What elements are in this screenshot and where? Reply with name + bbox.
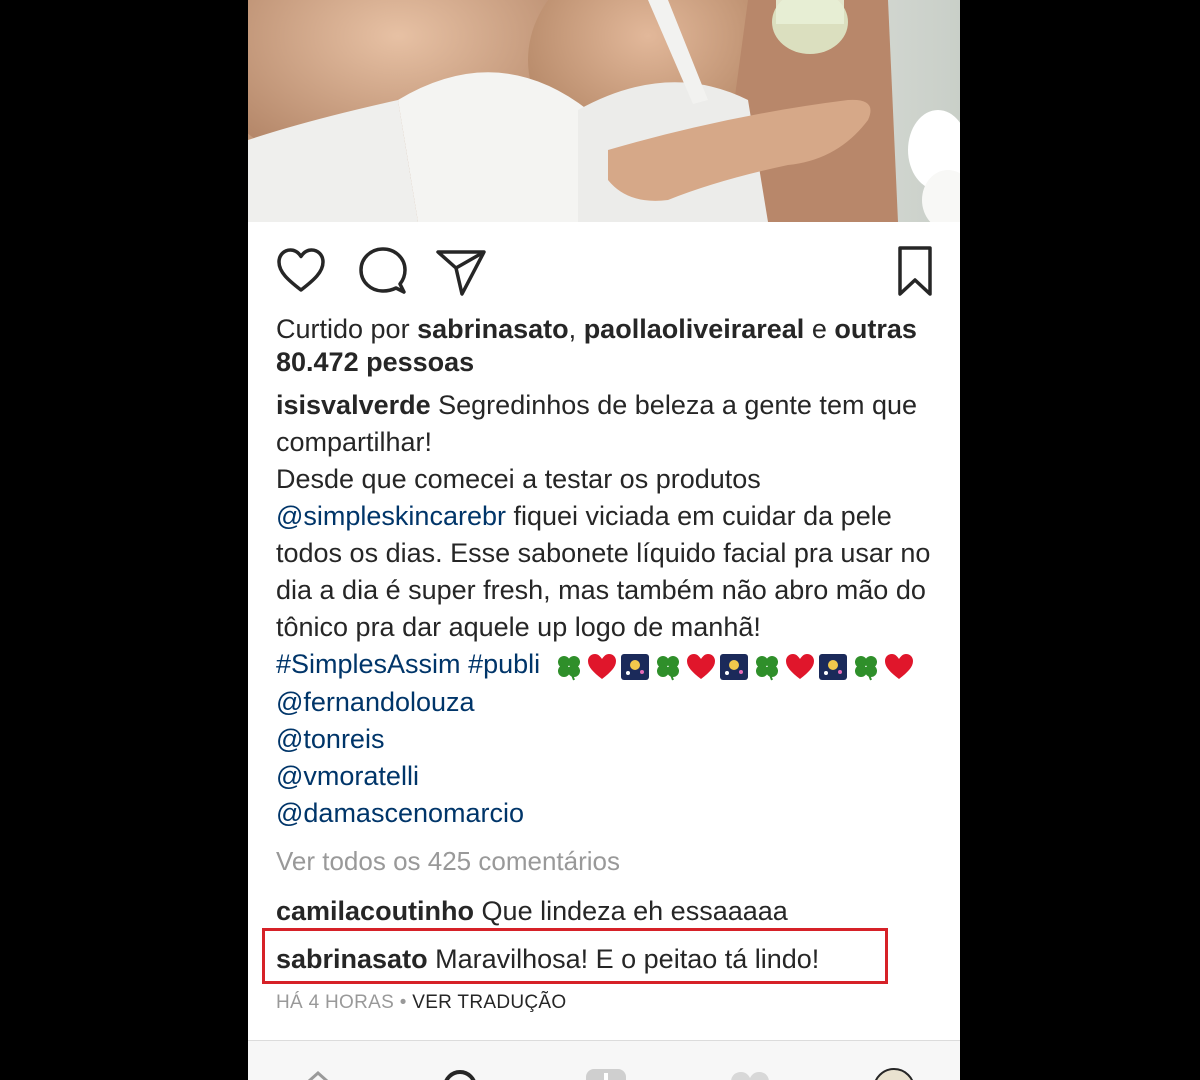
caption-mention[interactable]: @vmoratelli: [276, 758, 936, 795]
likes-others-label[interactable]: outras: [834, 314, 917, 344]
heart-emoji-icon: [587, 653, 617, 681]
caption-mention[interactable]: @tonreis: [276, 721, 936, 758]
fireworks-emoji-icon: [719, 653, 749, 681]
clover-emoji-icon: [653, 653, 683, 681]
clover-emoji-icon: [752, 653, 782, 681]
activity-heart-icon[interactable]: [728, 1067, 772, 1080]
post-content: Curtido por sabrinasato, paollaoliveirar…: [276, 313, 936, 832]
clover-emoji-icon: [554, 653, 584, 681]
home-icon[interactable]: [296, 1067, 340, 1080]
emoji-sequence: [554, 647, 917, 684]
heart-emoji-icon: [686, 653, 716, 681]
post-action-bar: [248, 222, 960, 316]
see-translation-link[interactable]: VER TRADUÇÃO: [412, 992, 566, 1013]
liker-username[interactable]: sabrinasato: [417, 314, 569, 344]
caption-mention[interactable]: @damascenomarcio: [276, 795, 936, 832]
clover-emoji-icon: [851, 653, 881, 681]
comment-text: Maravilhosa! E o peitao tá lindo!: [435, 944, 820, 974]
comment-text: Que lindeza eh essaaaaa: [481, 896, 788, 926]
add-post-icon[interactable]: [584, 1067, 628, 1080]
post-photo-image: [248, 0, 960, 222]
comment-username[interactable]: sabrinasato: [276, 944, 428, 974]
likes-count[interactable]: 80.472 pessoas: [276, 347, 474, 377]
timestamp-text: HÁ 4 HORAS: [276, 992, 395, 1013]
likes-summary[interactable]: Curtido por sabrinasato, paollaoliveirar…: [276, 313, 936, 379]
likes-conjunction: e: [811, 314, 827, 344]
caption-mention[interactable]: @fernandolouza: [276, 684, 936, 721]
caption-hashtag[interactable]: #publi: [468, 649, 540, 679]
paper-plane-icon[interactable]: [434, 244, 488, 298]
phone-screen: Curtido por sabrinasato, paollaoliveirar…: [248, 0, 960, 1080]
timestamp-separator: •: [399, 992, 407, 1013]
fireworks-emoji-icon: [818, 653, 848, 681]
profile-avatar-icon[interactable]: [872, 1067, 916, 1080]
bottom-nav-bar: [248, 1040, 960, 1080]
fireworks-emoji-icon: [620, 653, 650, 681]
comment-bubble-icon[interactable]: [354, 244, 408, 298]
caption-text: Desde que comecei a testar os produtos: [276, 464, 761, 494]
comment-username[interactable]: camilacoutinho: [276, 896, 474, 926]
post-timestamp: HÁ 4 HORAS • VER TRADUÇÃO: [276, 990, 566, 1016]
comment-item: camilacoutinho Que lindeza eh essaaaaa: [276, 894, 788, 928]
comment-item: sabrinasato Maravilhosa! E o peitao tá l…: [276, 942, 819, 976]
caption-hashtag[interactable]: #SimplesAssim: [276, 649, 461, 679]
caption-username[interactable]: isisvalverde: [276, 390, 431, 420]
search-icon[interactable]: [440, 1067, 484, 1080]
heart-emoji-icon: [884, 653, 914, 681]
caption-mention[interactable]: @simpleskincarebr: [276, 501, 506, 531]
post-photo[interactable]: [248, 0, 960, 222]
heart-emoji-icon: [785, 653, 815, 681]
bookmark-icon[interactable]: [888, 244, 942, 298]
view-all-comments-link[interactable]: Ver todos os 425 comentários: [276, 844, 620, 878]
likes-prefix: Curtido por: [276, 314, 410, 344]
post-caption: isisvalverde Segredinhos de beleza a gen…: [276, 387, 936, 832]
heart-outline-icon[interactable]: [274, 244, 328, 298]
liker-username[interactable]: paollaoliveirareal: [584, 314, 805, 344]
